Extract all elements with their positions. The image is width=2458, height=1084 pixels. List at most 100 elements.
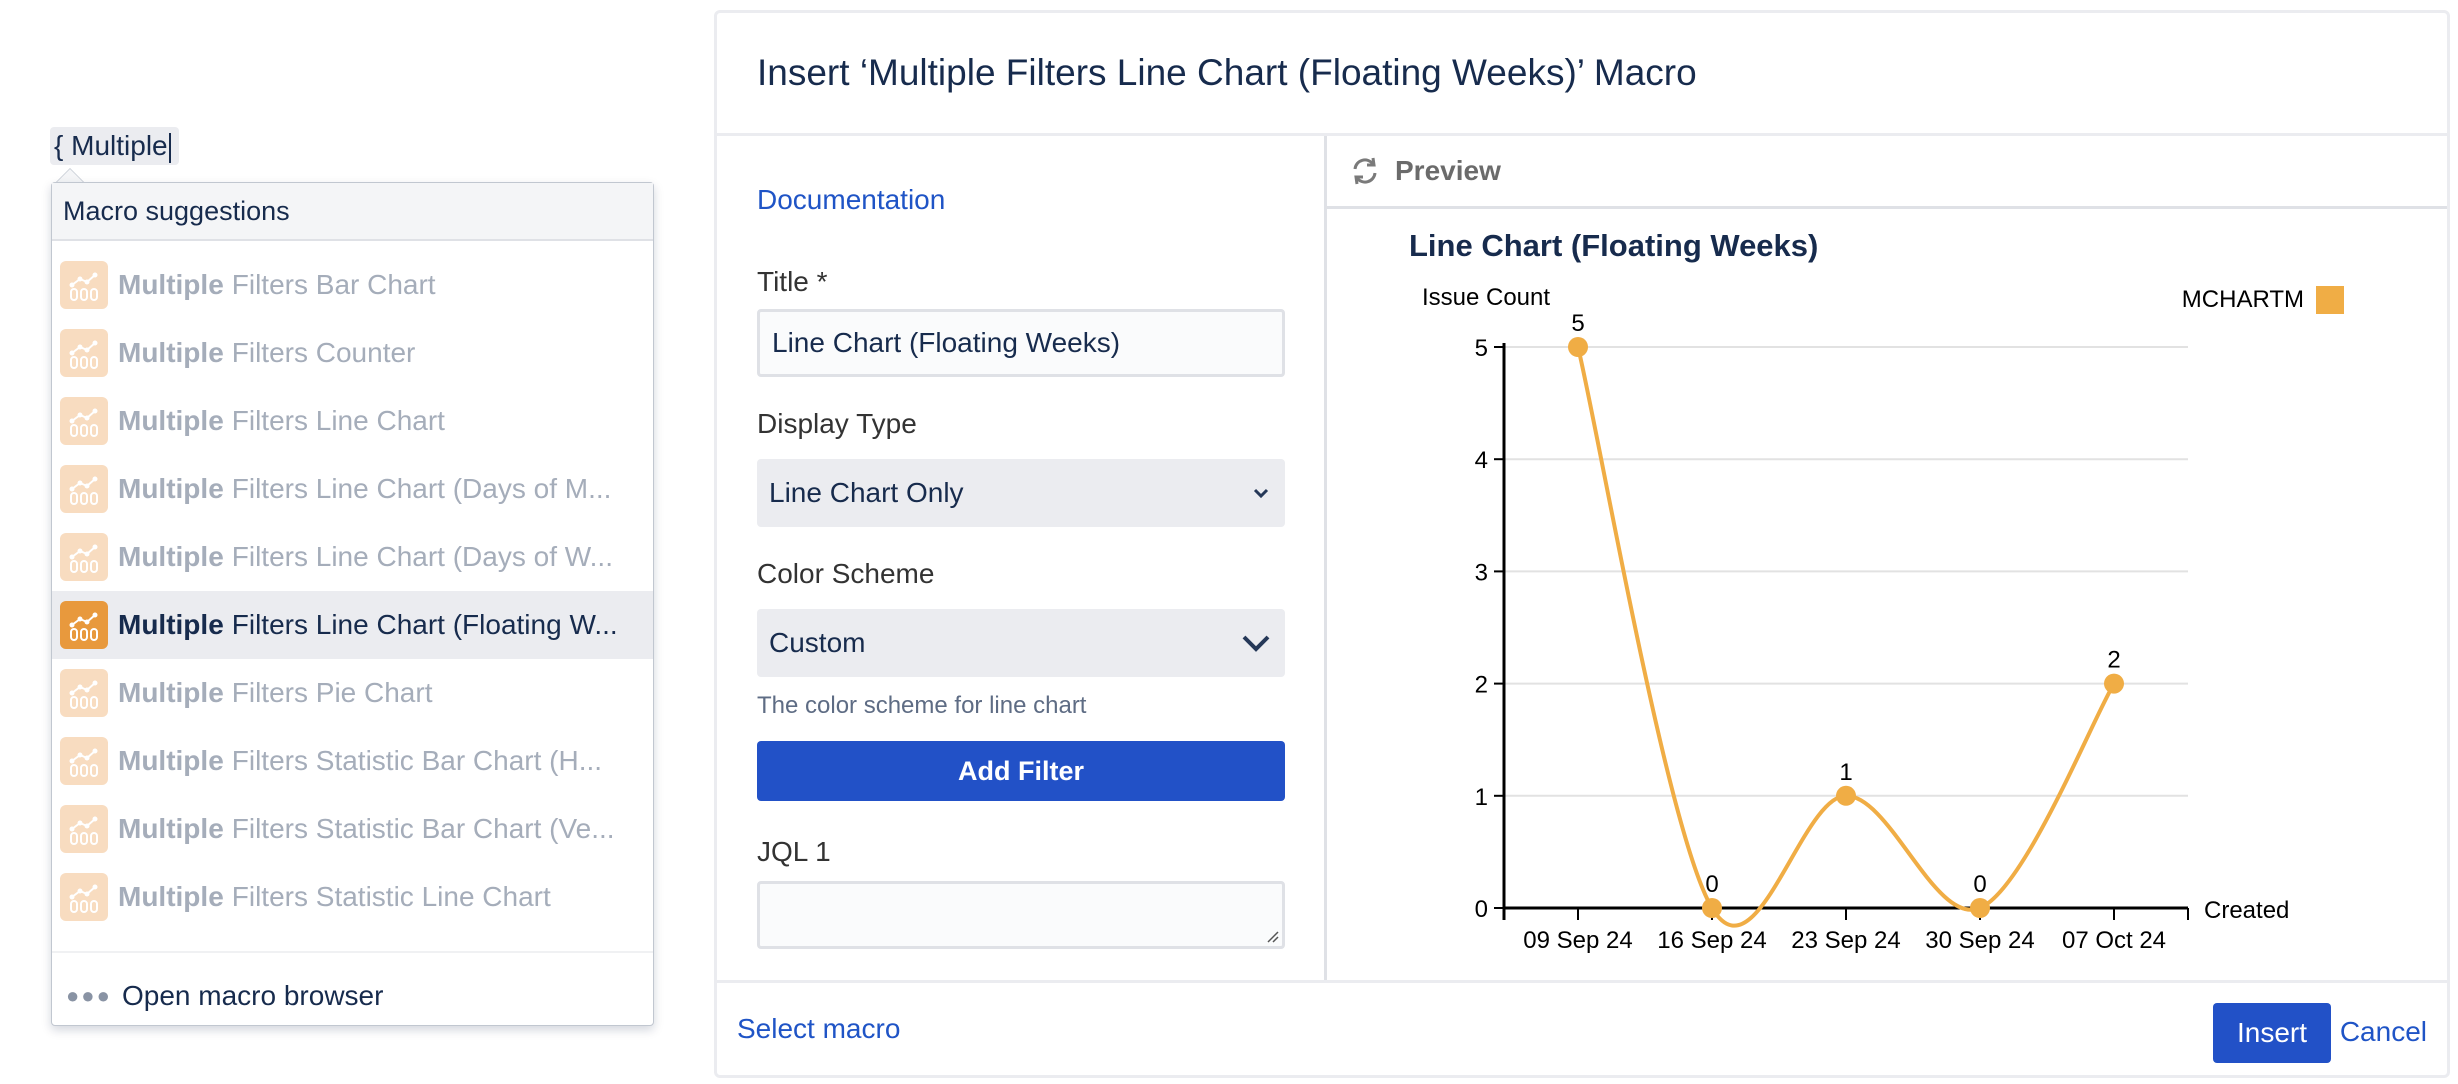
data-label: 0	[1705, 871, 1718, 898]
y-tick-label: 3	[1475, 559, 1488, 586]
title-input-value: Line Chart (Floating Weeks)	[772, 327, 1121, 358]
token-text: { Multiple	[54, 130, 168, 161]
y-tick-label: 2	[1475, 672, 1488, 699]
suggestion-label: Filters Pie Chart	[231, 677, 433, 708]
data-point	[1970, 898, 1990, 918]
suggestion-item[interactable]: Multiple Filters Line Chart (Floating W..…	[52, 591, 653, 659]
text-caret	[168, 132, 171, 163]
suggestion-label: Filters Line Chart	[231, 405, 445, 436]
suggestion-label: Filters Statistic Bar Chart (H...	[231, 745, 603, 776]
color-scheme-value: Custom	[769, 627, 866, 658]
chevron-down-icon	[1253, 488, 1269, 499]
y-tick-label: 5	[1475, 335, 1488, 362]
color-scheme-select[interactable]: Custom	[757, 609, 1285, 677]
suggestion-match-text: Multiple	[118, 677, 224, 708]
resize-handle-icon[interactable]	[1264, 928, 1280, 944]
suggestion-match-text: Multiple	[118, 473, 224, 504]
series-line	[1576, 346, 2116, 928]
documentation-link[interactable]: Documentation	[757, 184, 945, 216]
macro-chart-icon	[60, 329, 108, 377]
dialog-header: Insert ‘Multiple Filters Line Chart (Flo…	[717, 13, 2447, 136]
macro-chart-icon	[60, 261, 108, 309]
x-axis-label: Created	[2204, 897, 2289, 924]
x-tick-label: 16 Sep 24	[1657, 927, 1766, 954]
x-tick-label: 07 Oct 24	[2062, 927, 2166, 954]
preview-panel: Preview Line Chart (Floating Weeks) 0123…	[1327, 136, 2447, 980]
y-tick-label: 4	[1475, 447, 1488, 474]
color-scheme-label: Color Scheme	[757, 558, 935, 589]
open-macro-browser-item[interactable]: ●●● Open macro browser	[52, 953, 653, 1039]
y-tick-label: 0	[1475, 896, 1488, 923]
title-label: Title *	[757, 266, 828, 297]
dialog-title: Insert ‘Multiple Filters Line Chart (Flo…	[757, 52, 1697, 93]
data-point	[1836, 785, 1856, 806]
x-tick-label: 30 Sep 24	[1925, 927, 2034, 954]
color-scheme-hint: The color scheme for line chart	[757, 692, 1087, 719]
data-label: 5	[1571, 310, 1584, 337]
macro-parameters-form: Documentation Title * Line Chart (Floati…	[717, 136, 1327, 980]
display-type-value: Line Chart Only	[769, 477, 964, 508]
dialog-footer: Select macro Insert Cancel	[717, 980, 2447, 1075]
dropdown-pointer	[56, 168, 84, 182]
open-macro-browser-label: Open macro browser	[122, 980, 384, 1011]
macro-chart-icon	[60, 669, 108, 717]
legend-label: MCHARTM	[2182, 286, 2304, 313]
more-dots-icon: ●●●	[66, 983, 112, 1008]
data-label: 1	[1839, 759, 1852, 786]
data-point	[1568, 337, 1588, 357]
suggestion-item[interactable]: Multiple Filters Line Chart (Days of M...	[52, 455, 653, 523]
suggestion-match-text: Multiple	[118, 541, 224, 572]
suggestion-match-text: Multiple	[118, 813, 224, 844]
data-point	[2104, 673, 2124, 694]
macro-chart-icon	[60, 737, 108, 785]
suggestion-item[interactable]: Multiple Filters Statistic Line Chart	[52, 863, 653, 931]
suggestion-item[interactable]: Multiple Filters Counter	[52, 319, 653, 387]
suggestion-item[interactable]: Multiple Filters Line Chart (Days of W...	[52, 523, 653, 591]
y-tick-label: 1	[1475, 784, 1488, 811]
data-label: 2	[2107, 647, 2120, 674]
data-label: 0	[1973, 871, 1986, 898]
suggestion-label: Filters Counter	[231, 337, 416, 368]
macro-chart-icon	[60, 601, 108, 649]
suggestion-match-text: Multiple	[118, 609, 224, 640]
insert-macro-dialog: Insert ‘Multiple Filters Line Chart (Flo…	[714, 10, 2450, 1078]
suggestion-item[interactable]: Multiple Filters Bar Chart	[52, 251, 653, 319]
macro-chart-icon	[60, 397, 108, 445]
macro-suggestions-dropdown: Macro suggestions Multiple Filters Bar Ch…	[51, 182, 654, 1026]
dialog-body: Documentation Title * Line Chart (Floati…	[717, 136, 2447, 980]
suggestion-label: Filters Statistic Line Chart	[231, 881, 551, 912]
display-type-label: Display Type	[757, 408, 917, 439]
suggestions-header: Macro suggestions	[52, 183, 653, 241]
x-tick-label: 23 Sep 24	[1791, 927, 1900, 954]
display-type-select[interactable]: Line Chart Only	[757, 459, 1285, 527]
select-macro-link[interactable]: Select macro	[737, 1013, 900, 1045]
suggestion-label: Filters Statistic Bar Chart (Ve...	[231, 813, 615, 844]
suggestion-label: Filters Line Chart (Days of M...	[231, 473, 612, 504]
suggestion-match-text: Multiple	[118, 405, 224, 436]
suggestion-item[interactable]: Multiple Filters Statistic Bar Chart (H..…	[52, 727, 653, 795]
suggestions-list: Multiple Filters Bar Chart Multiple Filters…	[52, 241, 653, 931]
suggestion-item[interactable]: Multiple Filters Line Chart	[52, 387, 653, 455]
jql-1-label: JQL 1	[757, 836, 831, 867]
title-input[interactable]: Line Chart (Floating Weeks)	[757, 309, 1285, 377]
add-filter-button[interactable]: Add Filter	[757, 741, 1285, 801]
suggestion-item[interactable]: Multiple Filters Statistic Bar Chart (Ve.…	[52, 795, 653, 863]
insert-button[interactable]: Insert	[2213, 1003, 2331, 1063]
chevron-down-icon	[1242, 635, 1270, 652]
macro-chart-icon	[60, 533, 108, 581]
macro-autocomplete-token[interactable]: { Multiple	[50, 127, 179, 165]
suggestion-match-text: Multiple	[118, 881, 224, 912]
suggestion-item[interactable]: Multiple Filters Pie Chart	[52, 659, 653, 727]
cancel-button[interactable]: Cancel	[2340, 1016, 2427, 1048]
suggestion-label: Filters Bar Chart	[231, 269, 436, 300]
jql-1-textarea[interactable]	[757, 881, 1285, 949]
suggestion-match-text: Multiple	[118, 337, 224, 368]
legend-swatch	[2316, 286, 2344, 314]
suggestion-label: Filters Line Chart (Floating W...	[231, 609, 618, 640]
x-tick-label: 09 Sep 24	[1523, 927, 1632, 954]
macro-chart-icon	[60, 873, 108, 921]
data-point	[1702, 898, 1722, 918]
suggestion-match-text: Multiple	[118, 745, 224, 776]
y-axis-label: Issue Count	[1422, 284, 1550, 311]
macro-chart-icon	[60, 465, 108, 513]
